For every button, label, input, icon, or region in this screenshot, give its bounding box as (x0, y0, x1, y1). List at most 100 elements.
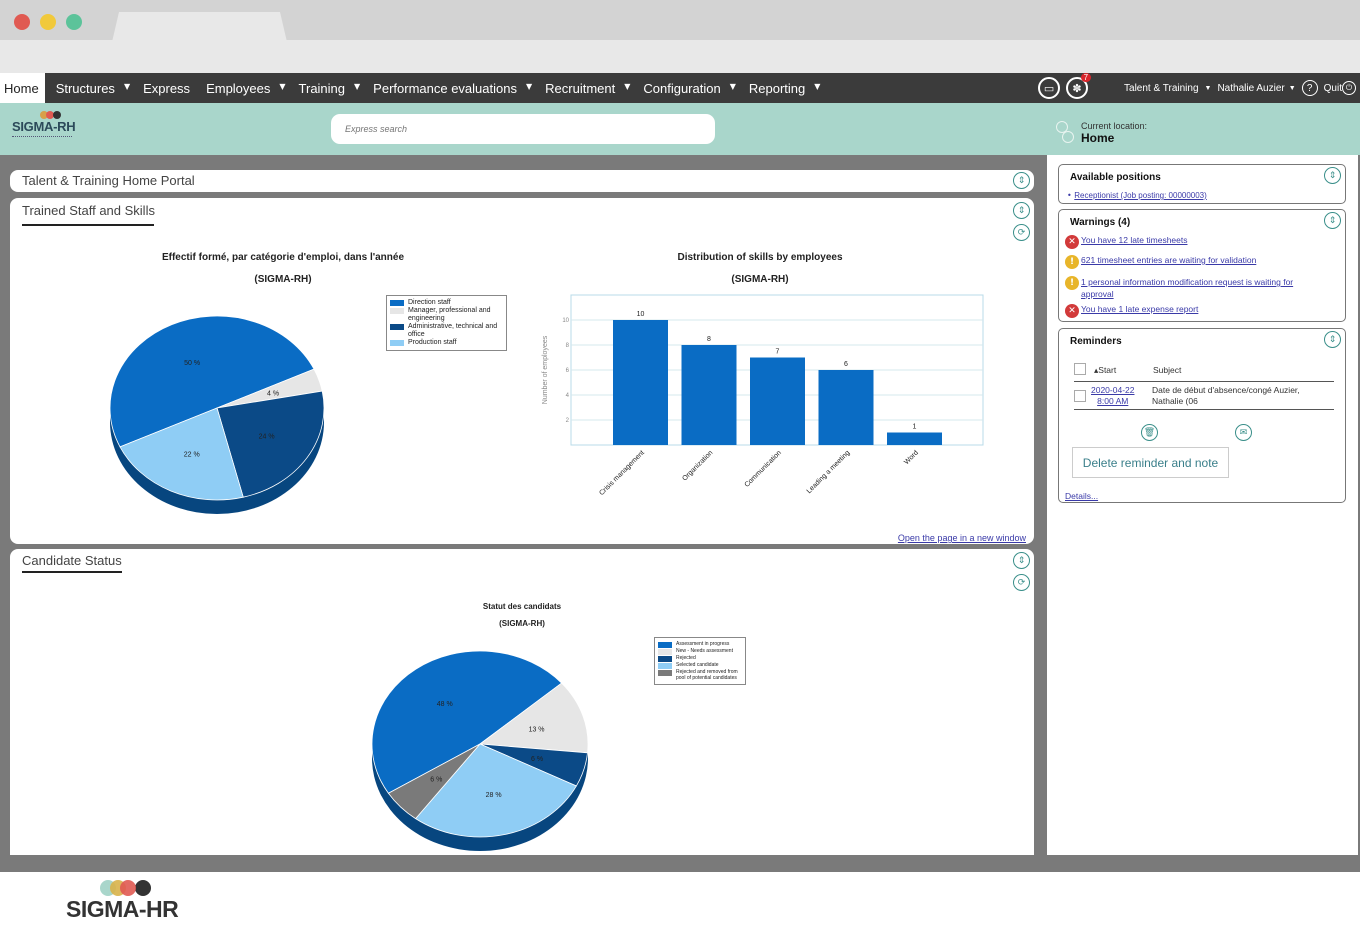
pie-label-1: 4 % (267, 391, 279, 398)
legend-swatch (658, 663, 672, 669)
collapse-icon[interactable]: ⇕ (1013, 202, 1030, 219)
nav-item-reporting[interactable]: Reporting (744, 73, 810, 103)
legend-item: Assessment in progress (658, 641, 742, 648)
panel-title: Trained Staff and Skills (22, 203, 155, 218)
reminders-box: Reminders ⇕ ▴Start Subject 2020-04-22 8:0… (1058, 328, 1346, 503)
trained-staff-panel: Trained Staff and Skills ⇕ ⟳ Effectif fo… (10, 198, 1034, 544)
bar-2 (750, 357, 805, 445)
nav-item-employees[interactable]: Employees (201, 73, 275, 103)
nav-item-configuration[interactable]: Configuration (638, 73, 725, 103)
notifications-icon[interactable]: ✽ 7 (1066, 73, 1092, 99)
delete-icon[interactable]: 🗑 (1141, 424, 1158, 441)
collapse-icon[interactable]: ⇕ (1013, 552, 1030, 569)
chevron-down-icon[interactable]: ▼ (730, 82, 736, 91)
collapse-icon[interactable]: ⇕ (1013, 172, 1030, 189)
warning-item: ! 1 personal information modification re… (1065, 276, 1325, 300)
email-icon[interactable]: ✉ (1235, 424, 1252, 441)
pie-label-0: 48 % (437, 701, 453, 708)
chevron-down-icon[interactable]: ▼ (624, 82, 630, 91)
bar-1 (681, 345, 737, 445)
chevron-down-icon[interactable]: ▼ (1205, 85, 1212, 92)
nav-item-home[interactable]: Home (0, 73, 45, 103)
y-tick-label: 10 (562, 318, 569, 324)
select-all-checkbox[interactable] (1074, 363, 1086, 375)
y-tick-label: 8 (566, 343, 570, 349)
collapse-icon[interactable]: ⇕ (1324, 167, 1341, 184)
quit-link[interactable]: Quit (1324, 83, 1342, 94)
collapse-icon[interactable]: ⇕ (1324, 331, 1341, 348)
chevron-down-icon[interactable]: ▼ (124, 82, 130, 91)
available-positions-box: Available positions ⇕ • Receptionist (Jo… (1058, 164, 1346, 204)
power-icon[interactable]: ⏻ (1342, 81, 1356, 95)
legend-swatch (658, 656, 672, 662)
nav-item-express[interactable]: Express (138, 73, 195, 103)
chart-legend: Direction staff Manager, professional and… (386, 295, 507, 351)
browser-chrome (0, 0, 1360, 73)
sort-start-header[interactable]: ▴Start (1094, 365, 1116, 376)
nav-item-structures[interactable]: Structures (51, 73, 120, 103)
details-link[interactable]: Details... (1065, 491, 1098, 501)
legend-swatch (390, 324, 404, 330)
chevron-down-icon[interactable]: ▼ (279, 82, 285, 91)
refresh-icon[interactable]: ⟳ (1013, 224, 1030, 241)
portal-title: Talent & Training Home Portal (22, 173, 195, 188)
reminder-date-link[interactable]: 2020-04-22 8:00 AM (1091, 385, 1134, 407)
legend-swatch (390, 340, 404, 346)
browser-tab[interactable] (112, 12, 287, 42)
chevron-down-icon[interactable]: ▼ (354, 82, 360, 91)
user-menu[interactable]: Nathalie Auzier (1217, 83, 1284, 94)
panel-title: Candidate Status (22, 553, 122, 568)
module-selector[interactable]: Talent & Training (1124, 83, 1199, 94)
refresh-icon[interactable]: ⟳ (1013, 574, 1030, 591)
bar-value-label: 1 (913, 424, 917, 431)
help-icon[interactable]: ? (1301, 80, 1318, 96)
express-search-input[interactable] (331, 114, 715, 144)
pie-label-2: 24 % (259, 433, 275, 440)
candidate-status-panel: Candidate Status ⇕ ⟳ Statut des candidat… (10, 549, 1034, 855)
open-new-window-link[interactable]: Open the page in a new window (898, 533, 1026, 543)
x-tick-label: Leading a meeting (806, 449, 852, 495)
chevron-down-icon[interactable]: ▼ (1289, 85, 1296, 92)
warning-item: ✕ You have 12 late timesheets (1065, 235, 1187, 249)
legend-item: Manager, professional and engineering (390, 307, 503, 323)
x-tick-label: Organization (681, 449, 714, 482)
legend-swatch (390, 308, 404, 314)
chevron-down-icon[interactable]: ▼ (814, 82, 820, 91)
position-link[interactable]: Receptionist (Job posting: 00000003) (1074, 191, 1207, 200)
nav-item-training[interactable]: Training (294, 73, 350, 103)
nav-right: ▭ ✽ 7 Talent & Training ▼ Nathalie Auzier… (1038, 73, 1360, 103)
sigma-logo[interactable]: SIGMA-RH (12, 111, 92, 138)
y-tick-label: 4 (566, 393, 570, 399)
chart-title: Distribution of skills by employees (677, 252, 843, 263)
collapse-icon[interactable]: ⇕ (1324, 212, 1341, 229)
legend-label: Assessment in progress (676, 641, 730, 647)
legend-swatch (390, 300, 404, 306)
delete-reminder-button[interactable]: Delete reminder and note (1072, 447, 1229, 478)
reminder-subject: Date de début d'absence/congé Auzier, Na… (1152, 385, 1300, 406)
minimize-window-icon[interactable] (40, 14, 56, 30)
bar-3 (818, 370, 874, 445)
chevron-down-icon[interactable]: ▼ (526, 82, 532, 91)
bar-chart-skills: 2 4 6 8 10 Number of employees 10 Crisis manage… (542, 294, 984, 497)
bar-0 (613, 320, 668, 445)
close-window-icon[interactable] (14, 14, 30, 30)
subject-header: Subject (1153, 365, 1182, 375)
pie-label-3: 28 % (486, 792, 502, 799)
legend-label: Selected candidate (676, 662, 719, 668)
bar-value-label: 7 (776, 349, 780, 356)
pie-label-1: 13 % (529, 726, 545, 733)
warnings-box: Warnings (4) ⇕ ✕ You have 12 late timesh… (1058, 209, 1346, 322)
reminder-checkbox[interactable] (1074, 390, 1086, 402)
pie-label-4: 6 % (430, 777, 442, 784)
legend-item: Selected candidate (658, 662, 742, 669)
chat-icon[interactable]: ▭ (1038, 77, 1061, 99)
nav-item-recruitment[interactable]: Recruitment (540, 73, 620, 103)
error-icon: ✕ (1065, 304, 1079, 318)
y-axis-label: Number of employees (542, 335, 549, 404)
bar-value-label: 10 (637, 311, 645, 318)
maximize-window-icon[interactable] (66, 14, 82, 30)
legend-item: Direction staff (390, 299, 503, 307)
nav-item-performance-evaluations[interactable]: Performance evaluations (368, 73, 522, 103)
pie-chart-training: 50 % 4 % 24 % 22 % (109, 315, 325, 514)
warning-icon: ! (1065, 255, 1079, 269)
